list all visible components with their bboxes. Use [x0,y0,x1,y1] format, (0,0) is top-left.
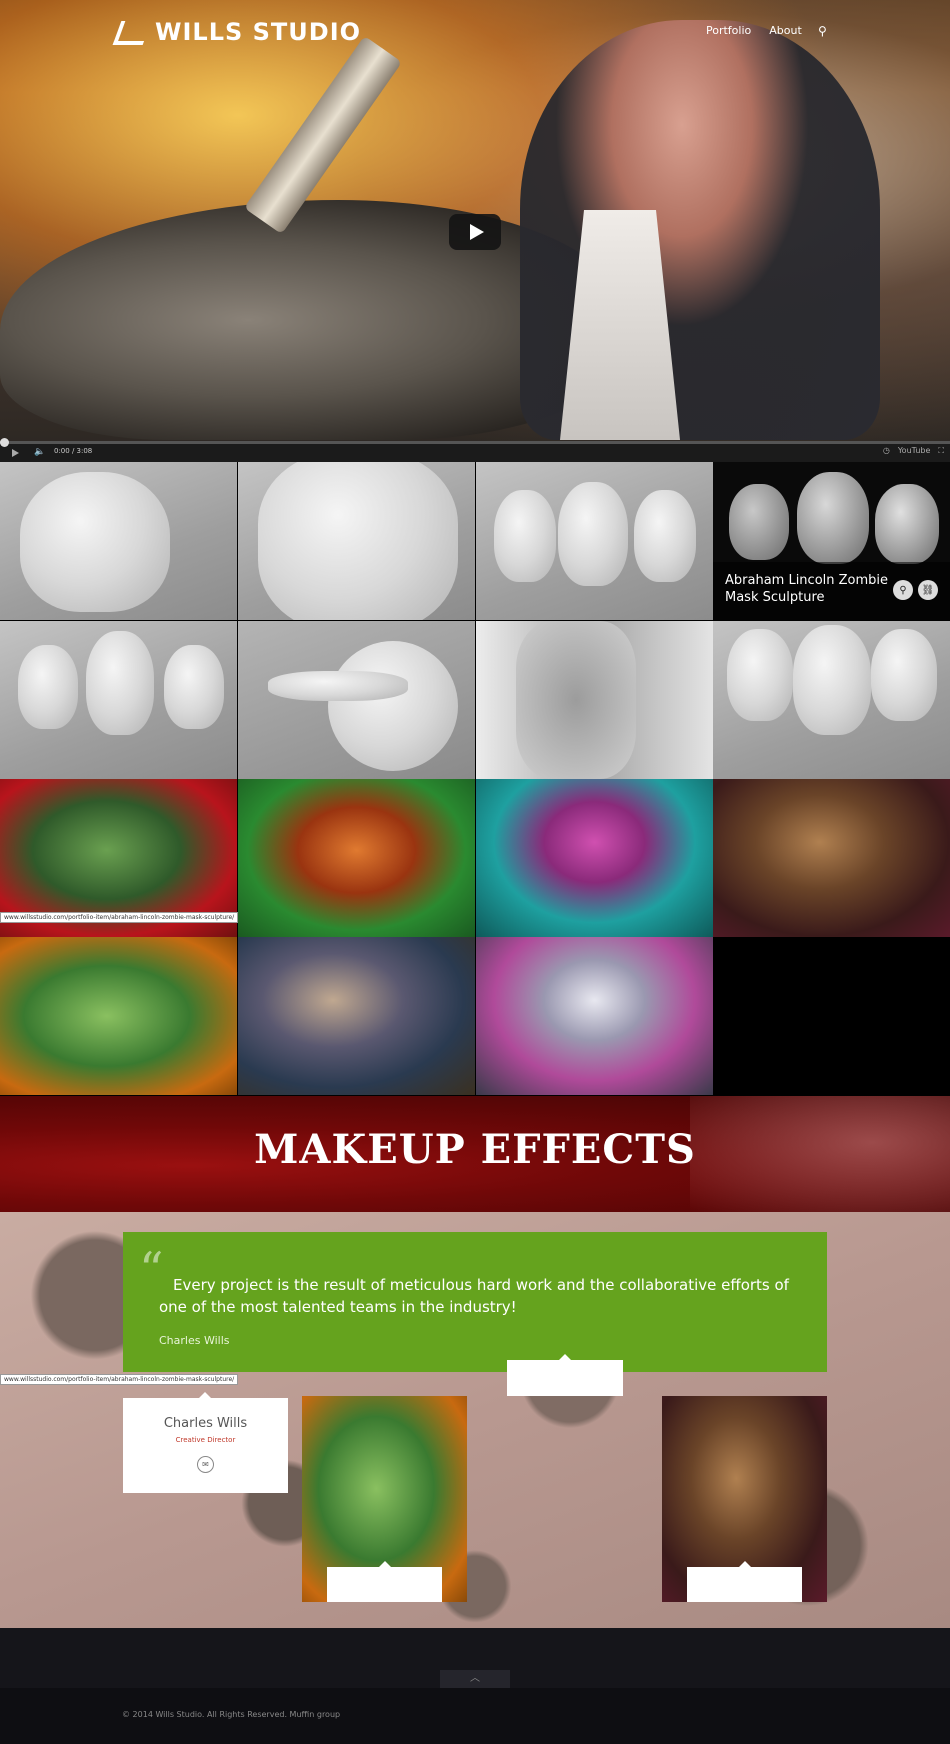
head-sculpture-image [875,484,939,564]
url-tooltip: www.willsstudio.com/portfolio-item/abrah… [0,912,239,923]
team-photo[interactable] [302,1396,467,1602]
monster-painting [713,779,950,937]
video-progress-knob[interactable] [0,438,9,447]
search-icon[interactable]: ⚲ [818,24,832,38]
zombie-painting [238,779,475,937]
site-logo[interactable]: WILLS STUDIO [115,18,361,46]
creature-mask-image [793,625,871,735]
video-time: 0:00 / 3:08 [54,447,93,455]
portfolio-caption: Abraham Lincoln Zombie Mask Sculpture ⚲ … [713,562,950,620]
photo-pointer-tab [327,1561,442,1602]
portfolio-item[interactable] [713,621,950,779]
creature-lagoon-painting [0,937,237,1095]
sloth-painting [238,937,475,1095]
face-cast-image [258,462,458,620]
pig-mask-image [164,645,224,729]
copyright-text: © 2014 Wills Studio. All Rights Reserved… [122,1710,341,1719]
logo-text: WILLS STUDIO [155,18,362,46]
portfolio-grid: Abraham Lincoln Zombie Mask Sculpture ⚲ … [0,462,950,1096]
clock-icon[interactable]: ◷ [883,446,890,456]
head-sculpture-image [729,484,789,560]
creature-mask-image [727,629,793,721]
mask-image [494,490,556,582]
texture-sculpt-image [516,621,636,779]
mask-image [558,482,628,586]
photo-pointer-tab [687,1561,802,1602]
team-member-name: Charles Wills [163,1416,248,1431]
mask-image [634,490,696,582]
portfolio-item[interactable] [476,621,713,779]
footer-copyright-bar: © 2014 Wills Studio. All Rights Reserved… [0,1688,950,1744]
portfolio-item[interactable] [0,937,237,1095]
skull-sculpture-image [20,472,170,612]
video-right-controls: ◷ YouTube ⛶ [883,446,944,456]
portfolio-caption-title[interactable]: Abraham Lincoln Zombie Mask Sculpture [725,572,895,606]
skull-painting [476,779,713,937]
michael-myers-painting [476,937,713,1095]
volume-icon[interactable]: 🔈 [34,447,45,457]
pig-mask-image [86,631,154,735]
video-small-play-icon[interactable] [12,449,19,457]
testimonial-pointer-tab [507,1354,623,1396]
head-sculpture-image [797,472,869,564]
testimonial-box: “ Every project is the result of meticul… [123,1232,827,1372]
testimonial-section: “ Every project is the result of meticul… [0,1212,950,1628]
team-member-role: Creative Director [175,1436,236,1444]
email-icon[interactable]: ✉ [197,1456,214,1473]
testimonial-author: Charles Wills [159,1334,230,1347]
mold-piece-image [268,671,408,701]
hero-video[interactable]: WILLS STUDIO Portfolio About ⚲ 🔈 0:00 / … [0,0,950,462]
main-nav: Portfolio About [706,24,802,37]
portfolio-item[interactable] [0,462,237,620]
portfolio-item-abraham-lincoln[interactable]: Abraham Lincoln Zombie Mask Sculpture ⚲ … [713,462,950,620]
nav-portfolio[interactable]: Portfolio [706,24,751,37]
url-tooltip: www.willsstudio.com/portfolio-item/abrah… [0,1374,239,1385]
portfolio-item[interactable] [238,462,475,620]
team-member-card: Charles Wills Creative Director ✉ [123,1392,288,1493]
portfolio-empty-tile [713,937,950,1095]
link-icon[interactable]: ⛓ [918,580,938,600]
portfolio-item[interactable] [0,621,237,779]
portfolio-item[interactable] [713,779,950,937]
footer-widgets: ︿ [0,1628,950,1688]
fullscreen-icon[interactable]: ⛶ [938,446,944,456]
portfolio-item[interactable] [238,937,475,1095]
nav-about[interactable]: About [769,24,802,37]
video-progress-bar[interactable] [0,438,950,447]
portfolio-item[interactable] [238,779,475,937]
logo-mark-icon [115,19,147,45]
zoom-icon[interactable]: ⚲ [893,580,913,600]
portfolio-item[interactable] [476,779,713,937]
pig-mask-image [18,645,78,729]
back-to-top-button[interactable]: ︿ [440,1670,510,1688]
testimonial-quote: Every project is the result of meticulou… [159,1276,789,1316]
creature-mask-image [871,629,937,721]
team-photo[interactable] [662,1396,827,1602]
portfolio-item[interactable] [476,937,713,1095]
makeup-effects-banner: MAKEUP EFFECTS [0,1096,950,1212]
video-controls: 🔈 0:00 / 3:08 ◷ YouTube ⛶ [0,438,950,462]
portfolio-item[interactable] [476,462,713,620]
portfolio-item[interactable] [238,621,475,779]
mold-image [328,641,458,771]
youtube-logo[interactable]: YouTube [898,446,931,456]
video-play-button[interactable] [449,214,501,250]
banner-title: MAKEUP EFFECTS [254,1126,696,1173]
